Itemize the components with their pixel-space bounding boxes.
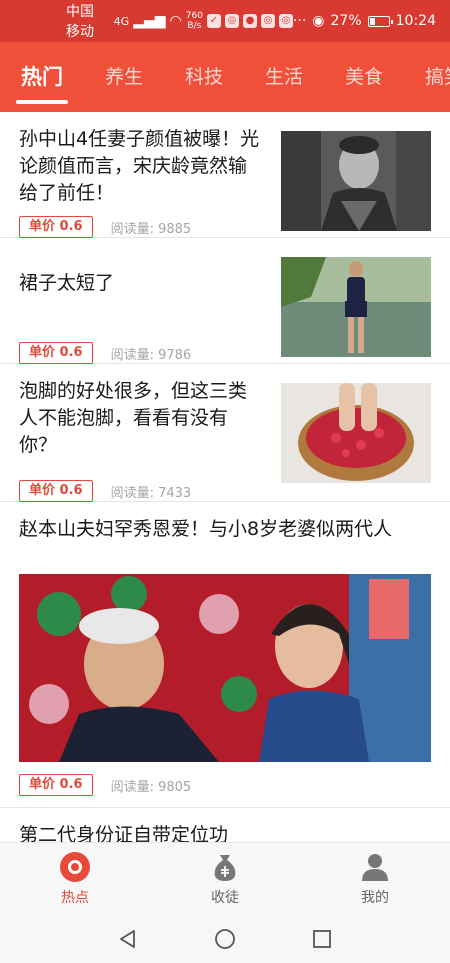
tab-life[interactable]: 生活: [244, 42, 324, 112]
price-badge: 单价 0.6: [19, 216, 93, 238]
couple-photo: [19, 574, 431, 762]
article-meta: 单价 0.6 阅读量: 9786: [19, 342, 191, 364]
article-title: 第二代身份证自带定位功: [19, 824, 229, 842]
article-feed[interactable]: 孙中山4任妻子颜值被曝！光论颜值而言，宋庆龄竟然输给了前任！ 单价 0.6 阅读…: [0, 112, 450, 842]
battery-icon: [367, 15, 393, 27]
article-item[interactable]: 裙子太短了 单价 0.6 阅读量: 9786: [0, 238, 450, 364]
bottom-nav: 热点 收徒 我的: [0, 842, 450, 914]
article-meta: 单价 0.6 阅读量: 9805: [19, 774, 191, 796]
article-meta: 单价 0.6 阅读量: 9885: [19, 216, 191, 238]
foot-bath-photo: [281, 383, 431, 483]
article-thumbnail: [281, 131, 431, 231]
hotspot-icon: [60, 852, 90, 882]
nav-label: 我的: [361, 890, 389, 906]
eye-icon: ◉: [312, 13, 325, 29]
read-count: 阅读量: 9805: [110, 779, 192, 795]
person-icon: [362, 854, 388, 881]
tab-food[interactable]: 美食: [324, 42, 404, 112]
network-type: 4G: [113, 14, 130, 28]
app-notification-icon: ◎: [224, 14, 239, 28]
price-badge: 单价 0.6: [19, 774, 93, 796]
tab-hot[interactable]: 热门: [0, 42, 84, 112]
back-icon[interactable]: [117, 928, 139, 950]
battery-percent: 27%: [330, 13, 362, 29]
network-speed: 760 B/s: [186, 11, 203, 31]
article-item[interactable]: 第二代身份证自带定位功: [0, 808, 450, 842]
nav-label: 收徒: [211, 890, 239, 906]
category-tabs: 热门 养生 科技 生活 美食 搞笑: [0, 42, 450, 112]
article-title: 孙中山4任妻子颜值被曝！光论颜值而言，宋庆龄竟然输给了前任！: [19, 128, 260, 204]
tab-tech[interactable]: 科技: [164, 42, 244, 112]
nav-label: 热点: [61, 890, 89, 906]
article-thumbnail: [281, 257, 431, 357]
home-icon[interactable]: [214, 928, 236, 950]
app-notification-icon: ◎: [260, 14, 275, 28]
clock: 10:24: [395, 13, 436, 29]
article-item[interactable]: 赵本山夫妇罕秀恩爱！与小8岁老婆似两代人 单价 0.6 阅读量: 9805: [0, 502, 450, 808]
nav-apprentice[interactable]: 收徒: [150, 843, 300, 914]
app-notification-icon: ◎: [278, 14, 293, 28]
app-notification-icon: ✓: [206, 14, 221, 28]
read-count: 阅读量: 9786: [110, 347, 192, 363]
article-title: 裙子太短了: [19, 272, 115, 294]
read-count: 阅读量: 7433: [110, 485, 192, 501]
wifi-icon: ◠: [169, 13, 182, 29]
more-icon: ···: [292, 13, 307, 29]
portrait-photo: [281, 131, 431, 231]
price-badge: 单价 0.6: [19, 342, 93, 364]
status-right: ··· ◉ 27% 10:24: [293, 13, 436, 29]
carrier-name: 中国移动: [66, 4, 94, 40]
money-bag-icon: [214, 855, 236, 881]
nav-mine[interactable]: 我的: [300, 843, 450, 914]
tab-funny[interactable]: 搞笑: [404, 42, 450, 112]
article-cover-image: [19, 574, 431, 762]
article-thumbnail: [281, 383, 431, 483]
notification-icons: ✓ ◎ ● ◎ ◎: [206, 14, 293, 28]
wechat-icon: ●: [242, 14, 257, 28]
article-item[interactable]: 泡脚的好处很多，但这三类人不能泡脚，看看有没有你？ 单价 0.6 阅读量: 74…: [0, 364, 450, 502]
status-bar: 中国移动 4G ▂▄▆ ◠ 760 B/s ✓ ◎ ● ◎ ◎ ··· ◉ 27…: [0, 0, 450, 42]
article-title: 赵本山夫妇罕秀恩爱！与小8岁老婆似两代人: [19, 518, 393, 540]
article-title: 泡脚的好处很多，但这三类人不能泡脚，看看有没有你？: [19, 380, 248, 456]
lakeside-photo: [281, 257, 431, 357]
recent-apps-icon[interactable]: [311, 928, 333, 950]
article-meta: 单价 0.6 阅读量: 7433: [19, 480, 191, 502]
signal-icon: ▂▄▆: [133, 13, 166, 29]
price-badge: 单价 0.6: [19, 480, 93, 502]
network-speed-unit: B/s: [187, 21, 202, 31]
article-item[interactable]: 孙中山4任妻子颜值被曝！光论颜值而言，宋庆龄竟然输给了前任！ 单价 0.6 阅读…: [0, 112, 450, 238]
nav-hotspot[interactable]: 热点: [0, 843, 150, 914]
network-speed-value: 760: [185, 11, 203, 21]
read-count: 阅读量: 9885: [110, 221, 192, 237]
tab-health[interactable]: 养生: [84, 42, 164, 112]
system-nav-bar: [0, 914, 450, 963]
